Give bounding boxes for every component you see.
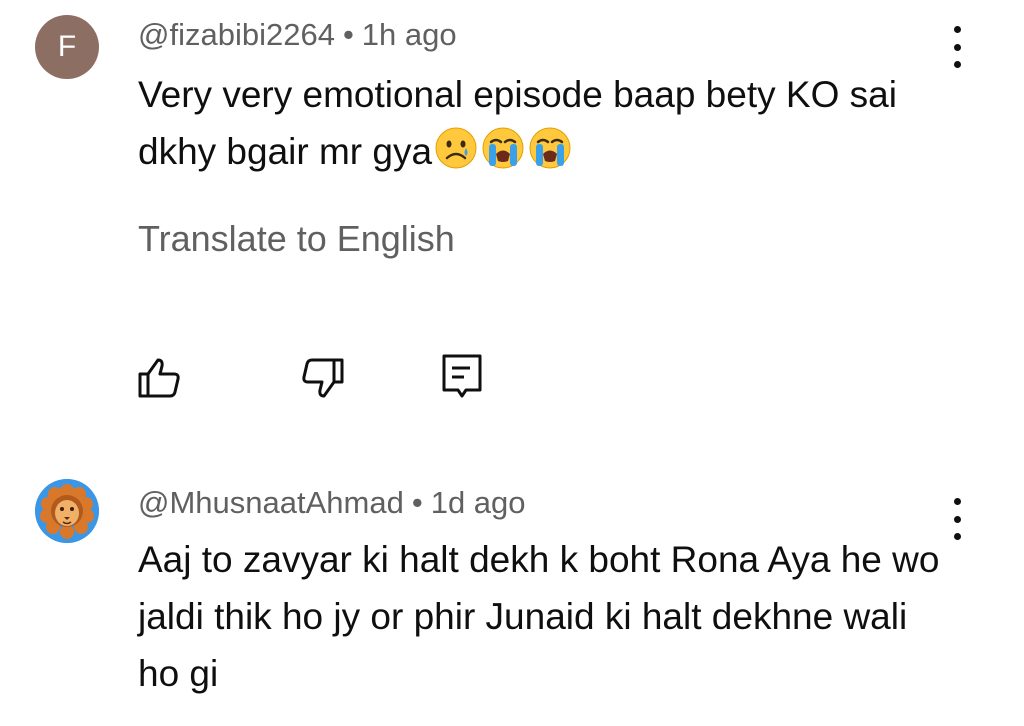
- dot: [953, 26, 961, 33]
- comment-header: @fizabibi2264 • 1h ago: [138, 17, 457, 53]
- comment-text: Aaj to zavyar ki halt dekh k boht Rona A…: [138, 539, 940, 694]
- comment-time: 1h ago: [361, 17, 457, 52]
- dislike-button[interactable]: [296, 352, 348, 404]
- like-button[interactable]: [134, 352, 186, 404]
- dot: [953, 43, 961, 51]
- reply-icon: [442, 354, 482, 398]
- sad-face-emoji-icon: [435, 127, 477, 169]
- dot: [953, 515, 961, 523]
- author-handle[interactable]: @MhusnaatAhmad: [138, 485, 404, 520]
- dot: [953, 498, 961, 505]
- comment-time: 1d ago: [430, 485, 526, 520]
- crying-face-emoji-icon: [482, 127, 524, 169]
- translate-link[interactable]: Translate to English: [138, 218, 455, 260]
- thumbs-up-icon: [138, 358, 180, 398]
- reply-button[interactable]: [436, 350, 488, 402]
- meta-separator: •: [342, 17, 354, 52]
- comment-item: F @fizabibi2264 • 1h ago Very very emotion…: [0, 0, 1024, 470]
- author-handle[interactable]: @fizabibi2264: [138, 17, 335, 52]
- thumbs-down-icon: [302, 358, 344, 398]
- author-avatar[interactable]: [35, 479, 99, 543]
- comment-text: Very very emotional episode baap bety KO…: [138, 66, 958, 180]
- meta-separator: •: [411, 485, 423, 520]
- author-avatar[interactable]: F: [35, 15, 99, 79]
- lion-avatar-icon: [35, 479, 99, 543]
- more-options-button[interactable]: [940, 22, 974, 72]
- emoji-group: [434, 126, 575, 170]
- comment-header: @MhusnaatAhmad • 1d ago: [138, 485, 526, 521]
- crying-face-emoji-icon: [529, 127, 571, 169]
- comment-item: @MhusnaatAhmad • 1d ago Aaj to zavyar ki h…: [0, 470, 1024, 726]
